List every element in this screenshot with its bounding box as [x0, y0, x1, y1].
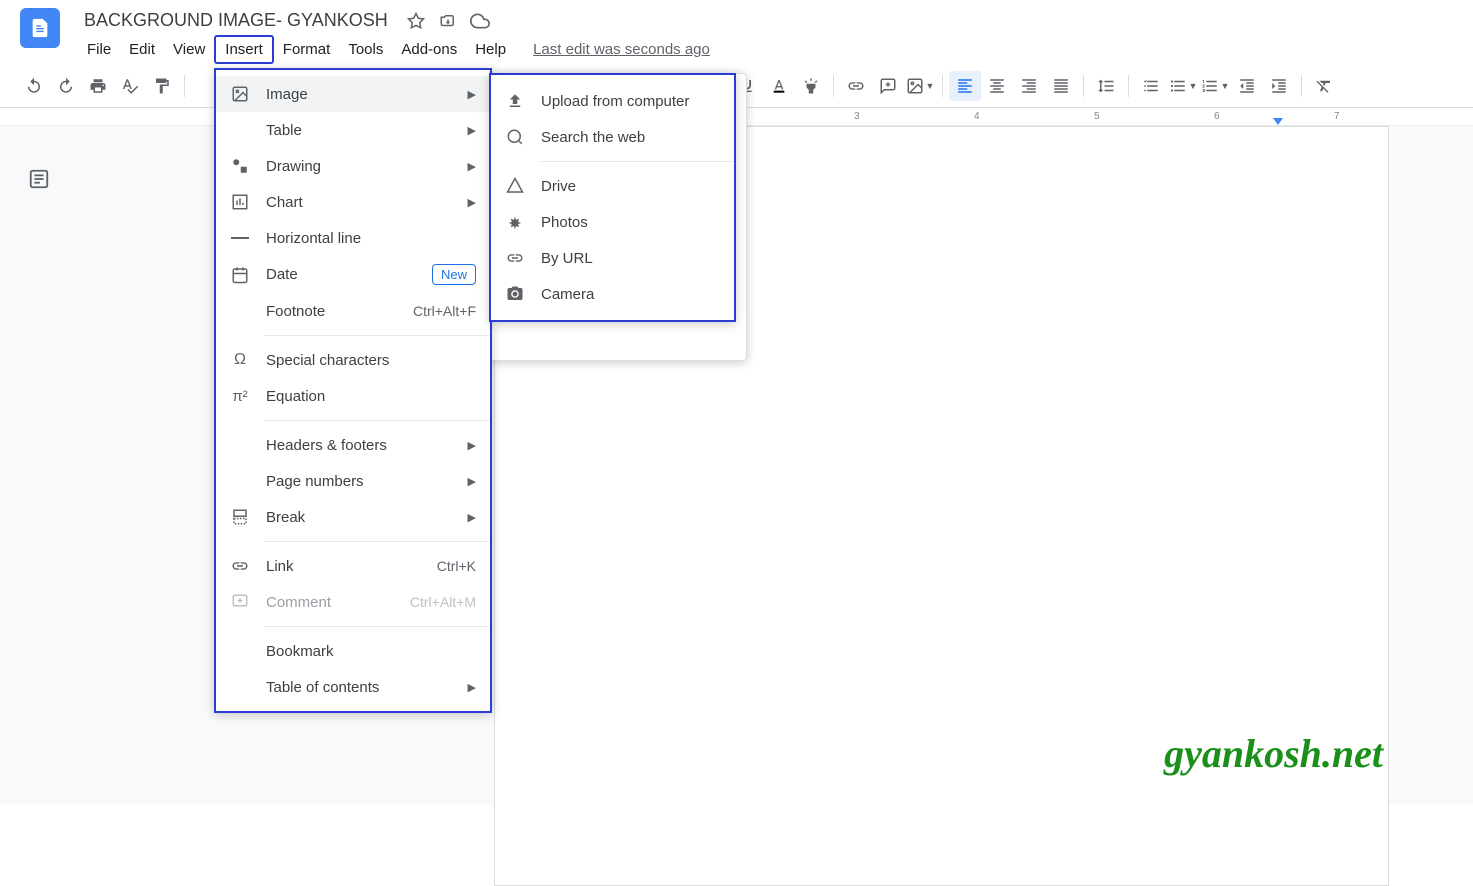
- line-spacing-button[interactable]: [1090, 71, 1122, 101]
- numbered-list-button[interactable]: ▼: [1199, 71, 1231, 101]
- upload-icon: [505, 91, 525, 111]
- image-drive[interactable]: Drive: [491, 168, 734, 204]
- menu-view[interactable]: View: [164, 37, 214, 62]
- highlight-button[interactable]: [795, 71, 827, 101]
- link-button[interactable]: [840, 71, 872, 101]
- last-edit-link[interactable]: Last edit was seconds ago: [533, 41, 710, 58]
- insert-table[interactable]: Table ▶: [216, 112, 490, 148]
- paint-format-button[interactable]: [146, 71, 178, 101]
- menu-file[interactable]: File: [78, 37, 120, 62]
- cloud-icon[interactable]: [470, 11, 490, 31]
- watermark: gyankosh.net: [1164, 730, 1383, 777]
- submenu-arrow-icon: ▶: [468, 88, 476, 101]
- horizontal-line-icon: [230, 228, 250, 248]
- pi-icon: π²: [230, 386, 250, 406]
- menu-bar: File Edit View Insert Format Tools Add-o…: [78, 35, 1473, 64]
- spellcheck-button[interactable]: [114, 71, 146, 101]
- submenu-arrow-icon: ▶: [468, 681, 476, 694]
- image-by-url[interactable]: By URL: [491, 240, 734, 276]
- checklist-button[interactable]: [1135, 71, 1167, 101]
- menu-help[interactable]: Help: [466, 37, 515, 62]
- insert-chart[interactable]: Chart ▶: [216, 184, 490, 220]
- image-submenu: Upload from computer Search the web Driv…: [489, 73, 736, 322]
- redo-button[interactable]: [50, 71, 82, 101]
- insert-date[interactable]: Date New: [216, 256, 490, 293]
- decrease-indent-button[interactable]: [1231, 71, 1263, 101]
- chart-icon: [230, 192, 250, 212]
- link-icon: [230, 556, 250, 576]
- drawing-icon: [230, 156, 250, 176]
- print-button[interactable]: [82, 71, 114, 101]
- document-title[interactable]: BACKGROUND IMAGE- GYANKOSH: [78, 8, 394, 33]
- move-icon[interactable]: [438, 11, 458, 31]
- outline-icon[interactable]: [28, 168, 52, 192]
- insert-equation[interactable]: π² Equation: [216, 378, 490, 414]
- docs-logo[interactable]: [20, 8, 60, 48]
- menu-insert[interactable]: Insert: [214, 35, 274, 64]
- comment-button[interactable]: [872, 71, 904, 101]
- align-center-button[interactable]: [981, 71, 1013, 101]
- align-right-button[interactable]: [1013, 71, 1045, 101]
- drive-icon: [505, 176, 525, 196]
- photos-icon: [505, 212, 525, 232]
- submenu-arrow-icon: ▶: [468, 439, 476, 452]
- submenu-arrow-icon: ▶: [468, 124, 476, 137]
- image-camera[interactable]: Camera: [491, 276, 734, 312]
- image-photos[interactable]: Photos: [491, 204, 734, 240]
- search-icon: [505, 127, 525, 147]
- insert-horizontal-line[interactable]: Horizontal line: [216, 220, 490, 256]
- text-color-button[interactable]: [763, 71, 795, 101]
- image-search-web[interactable]: Search the web: [491, 119, 734, 155]
- submenu-arrow-icon: ▶: [468, 160, 476, 173]
- comment-icon: [230, 592, 250, 612]
- insert-break[interactable]: Break ▶: [216, 499, 490, 535]
- ruler-right-indent[interactable]: [1273, 118, 1283, 125]
- new-badge: New: [432, 264, 476, 285]
- insert-page-numbers[interactable]: Page numbers ▶: [216, 463, 490, 499]
- clear-formatting-button[interactable]: [1308, 71, 1340, 101]
- menu-format[interactable]: Format: [274, 37, 340, 62]
- menu-addons[interactable]: Add-ons: [392, 37, 466, 62]
- submenu-arrow-icon: ▶: [468, 475, 476, 488]
- image-upload[interactable]: Upload from computer: [491, 83, 734, 119]
- omega-icon: Ω: [230, 350, 250, 370]
- increase-indent-button[interactable]: [1263, 71, 1295, 101]
- align-left-button[interactable]: [949, 71, 981, 101]
- menu-edit[interactable]: Edit: [120, 37, 164, 62]
- undo-button[interactable]: [18, 71, 50, 101]
- camera-icon: [505, 284, 525, 304]
- insert-special-chars[interactable]: Ω Special characters: [216, 342, 490, 378]
- star-icon[interactable]: [406, 11, 426, 31]
- menu-tools[interactable]: Tools: [339, 37, 392, 62]
- insert-image[interactable]: Image ▶: [216, 76, 490, 112]
- url-link-icon: [505, 248, 525, 268]
- image-icon: [230, 84, 250, 104]
- insert-link[interactable]: Link Ctrl+K: [216, 548, 490, 584]
- bulleted-list-button[interactable]: ▼: [1167, 71, 1199, 101]
- calendar-icon: [230, 265, 250, 285]
- align-justify-button[interactable]: [1045, 71, 1077, 101]
- submenu-arrow-icon: ▶: [468, 511, 476, 524]
- insert-footnote[interactable]: Footnote Ctrl+Alt+F: [216, 293, 490, 329]
- insert-drawing[interactable]: Drawing ▶: [216, 148, 490, 184]
- insert-comment: Comment Ctrl+Alt+M: [216, 584, 490, 620]
- submenu-arrow-icon: ▶: [468, 196, 476, 209]
- break-icon: [230, 507, 250, 527]
- image-insert-button[interactable]: ▼: [904, 71, 936, 101]
- insert-toc[interactable]: Table of contents ▶: [216, 669, 490, 705]
- insert-dropdown: Image ▶ Table ▶ Drawing ▶ Chart ▶ Horizo…: [214, 68, 492, 713]
- insert-headers-footers[interactable]: Headers & footers ▶: [216, 427, 490, 463]
- insert-bookmark[interactable]: Bookmark: [216, 633, 490, 669]
